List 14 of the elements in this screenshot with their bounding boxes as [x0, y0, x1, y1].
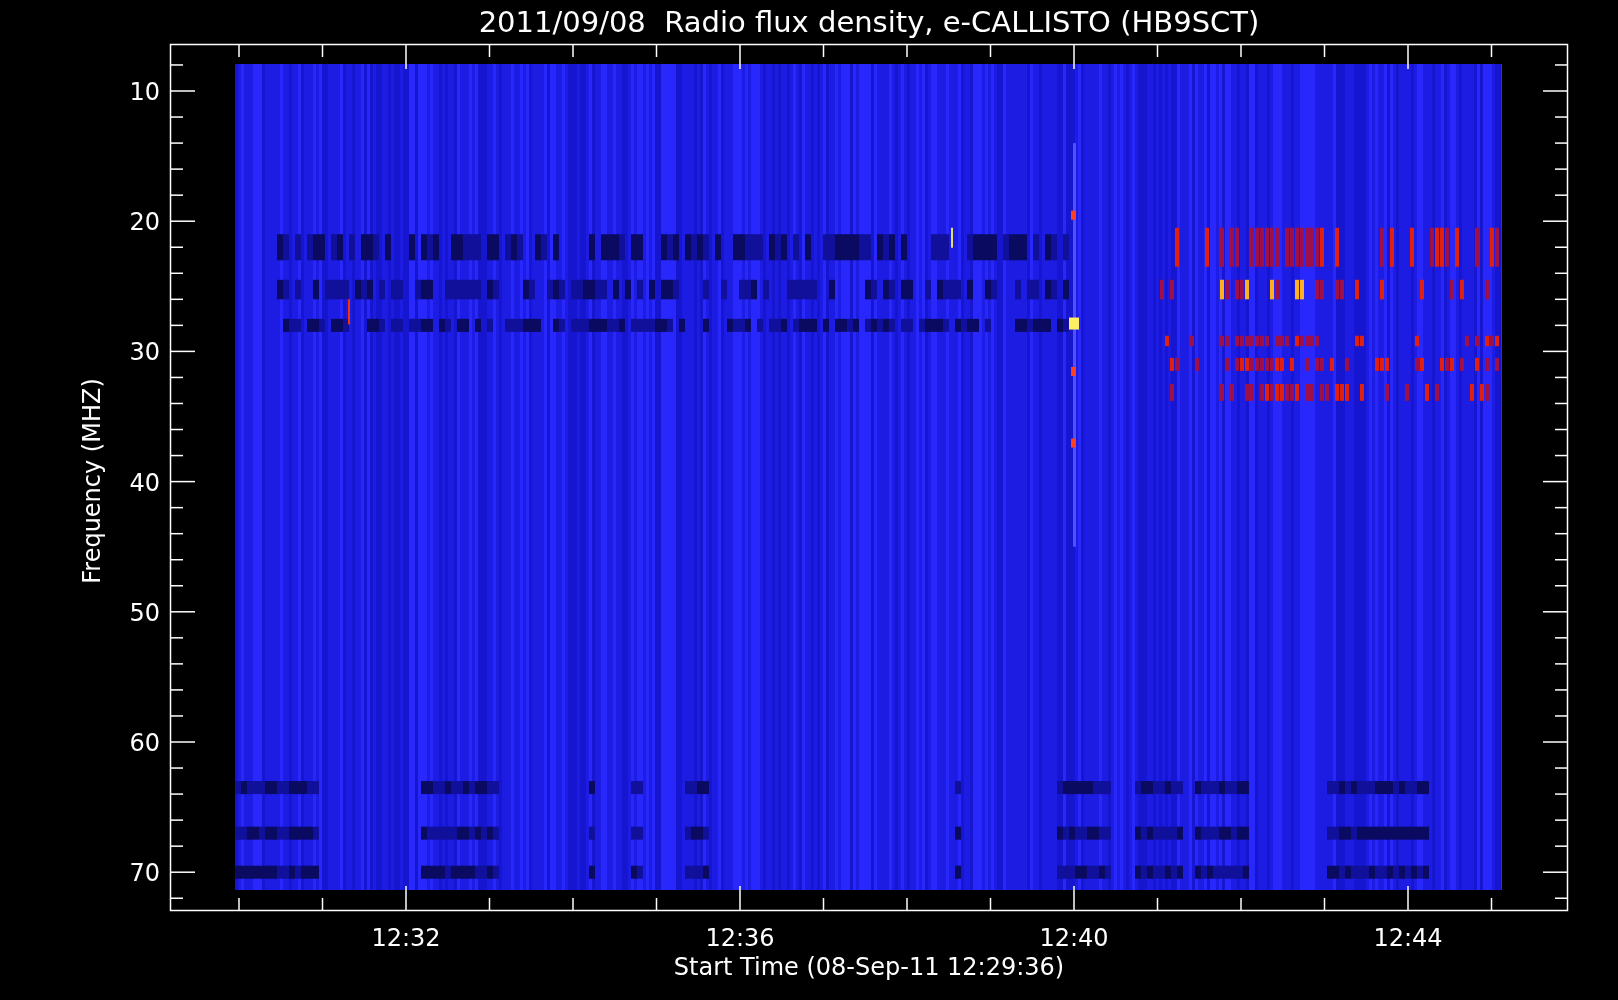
y-tick-label: 20: [129, 208, 160, 237]
y-tick-label: 70: [129, 859, 160, 888]
x-tick-label: 12:36: [705, 924, 775, 952]
x-tick-label: 12:40: [1039, 924, 1109, 952]
y-axis-label: Frequency (MHZ): [78, 378, 106, 584]
chart-title: 2011/09/08 Radio flux density, e-CALLISTO (HB9SCT): [478, 5, 1260, 39]
y-tick-label: 30: [129, 338, 160, 367]
x-tick-label: 12:32: [371, 924, 441, 952]
x-axis-label: Start Time (08-Sep-11 12:29:36): [673, 953, 1065, 981]
y-tick-label: 60: [129, 729, 160, 757]
y-tick-label: 10: [129, 78, 160, 106]
x-tick-label: 12:44: [1373, 924, 1443, 952]
y-tick-label: 40: [129, 468, 160, 497]
y-tick-label: 50: [129, 598, 160, 627]
